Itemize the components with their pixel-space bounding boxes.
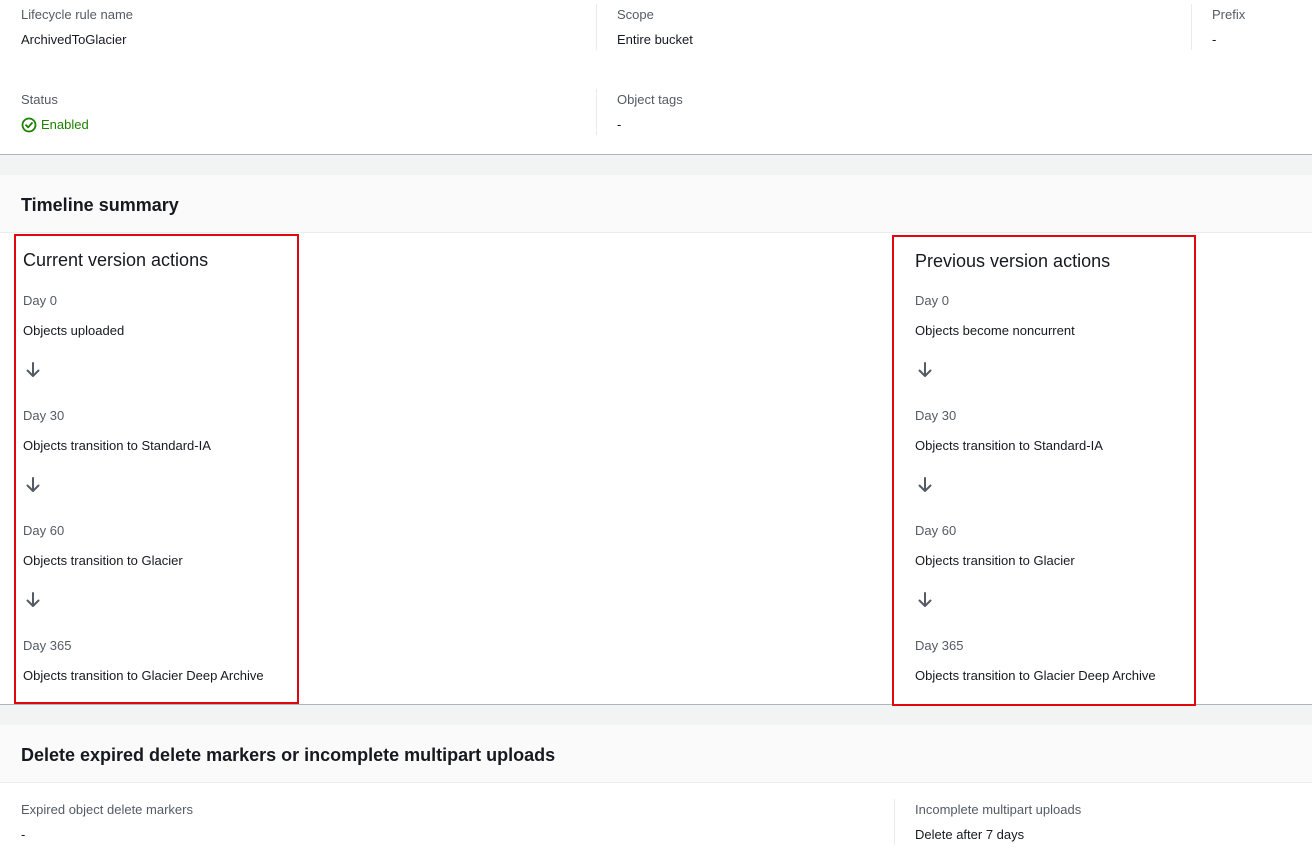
expired-markers-label: Expired object delete markers: [21, 802, 193, 817]
timeline-step: Day 60 Objects transition to Glacier: [23, 523, 183, 569]
arrow-down-icon: [26, 362, 40, 377]
timeline-summary-panel: Timeline summary Current version actions…: [0, 175, 1312, 706]
current-version-title: Current version actions: [23, 250, 209, 270]
status-field: Status Enabled: [21, 92, 89, 133]
prefix-field: Prefix -: [1212, 7, 1245, 48]
prefix-label: Prefix: [1212, 7, 1246, 22]
timeline-step: Day 365 Objects transition to Glacier De…: [23, 638, 264, 684]
previous-version-title: Previous version actions: [915, 251, 1111, 271]
divider: [1191, 4, 1192, 50]
timeline-step: Day 365 Objects transition to Glacier De…: [915, 638, 1156, 684]
scope-field: Scope Entire bucket: [617, 7, 693, 48]
object-tags-field: Object tags -: [617, 92, 683, 133]
step-day: Day 30: [915, 408, 957, 423]
divider: [894, 799, 895, 845]
timeline-header: Timeline summary: [0, 175, 1312, 233]
timeline-title: Timeline summary: [21, 195, 179, 215]
delete-markers-title: Delete expired delete markers or incompl…: [21, 745, 556, 765]
expired-markers-field: Expired object delete markers -: [21, 802, 193, 843]
step-text: Objects transition to Standard-IA: [915, 438, 1103, 453]
timeline-step: Day 0 Objects become noncurrent: [915, 293, 1075, 339]
step-text: Objects uploaded: [23, 323, 125, 338]
object-tags-label: Object tags: [617, 92, 683, 107]
step-day: Day 60: [915, 523, 957, 538]
arrow-down-icon: [918, 362, 932, 377]
step-text: Objects transition to Standard-IA: [23, 438, 211, 453]
multipart-uploads-value: Delete after 7 days: [915, 827, 1025, 842]
step-text: Objects transition to Glacier: [915, 553, 1075, 568]
step-text: Objects transition to Glacier Deep Archi…: [23, 668, 264, 683]
check-circle-icon: [21, 117, 37, 133]
timeline-step: Day 60 Objects transition to Glacier: [915, 523, 1075, 569]
object-tags-value: -: [617, 117, 622, 132]
step-day: Day 365: [23, 638, 72, 653]
expired-markers-value: -: [21, 827, 26, 842]
previous-version-actions: Previous version actions Day 0 Objects b…: [892, 235, 1196, 706]
rule-name-field: Lifecycle rule name ArchivedToGlacier: [21, 7, 133, 48]
prefix-value: -: [1212, 32, 1217, 47]
step-text: Objects transition to Glacier: [23, 553, 183, 568]
rule-config-panel: Lifecycle rule name ArchivedToGlacier Sc…: [0, 0, 1312, 155]
scope-label: Scope: [617, 7, 654, 22]
status-text: Enabled: [41, 117, 89, 132]
arrow-down-icon: [918, 477, 932, 492]
timeline-step: Day 30 Objects transition to Standard-IA: [915, 408, 1103, 454]
step-text: Objects transition to Glacier Deep Archi…: [915, 668, 1156, 683]
rule-name-label: Lifecycle rule name: [21, 7, 133, 22]
step-day: Day 365: [915, 638, 964, 653]
step-day: Day 60: [23, 523, 65, 538]
current-version-actions: Current version actions Day 0 Objects up…: [14, 234, 299, 704]
timeline-step: Day 30 Objects transition to Standard-IA: [23, 408, 211, 454]
step-day: Day 0: [23, 293, 57, 308]
multipart-uploads-label: Incomplete multipart uploads: [915, 802, 1082, 817]
divider: [596, 89, 597, 135]
delete-markers-panel: Delete expired delete markers or incompl…: [0, 725, 1312, 863]
multipart-uploads-field: Incomplete multipart uploads Delete afte…: [915, 802, 1081, 843]
arrow-down-icon: [26, 477, 40, 492]
status-label: Status: [21, 92, 58, 107]
step-text: Objects become noncurrent: [915, 323, 1075, 338]
divider: [596, 4, 597, 50]
arrow-down-icon: [918, 592, 932, 607]
step-day: Day 0: [915, 293, 949, 308]
delete-markers-header: Delete expired delete markers or incompl…: [0, 725, 1312, 783]
scope-value: Entire bucket: [617, 32, 693, 47]
status-value: Enabled: [21, 117, 89, 133]
step-day: Day 30: [23, 408, 65, 423]
rule-name-value: ArchivedToGlacier: [21, 32, 127, 47]
arrow-down-icon: [26, 592, 40, 607]
timeline-step: Day 0 Objects uploaded: [23, 293, 124, 339]
